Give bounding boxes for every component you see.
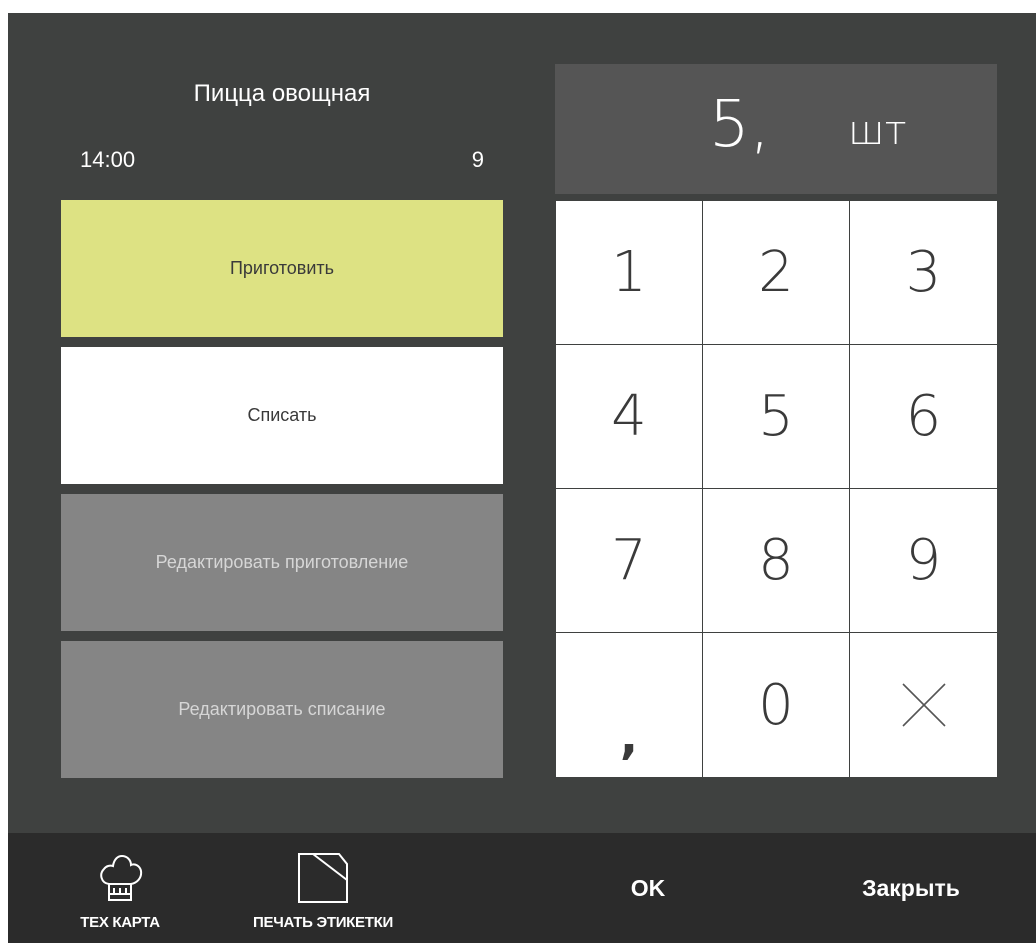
ok-button[interactable]: OK [606,833,690,943]
key-6[interactable]: 6 [850,345,997,488]
key-clear[interactable] [850,633,997,777]
numeric-keypad: 1 2 3 4 5 6 7 8 9 , 0 [556,201,997,778]
close-button[interactable]: Закрыть [832,833,990,943]
key-0[interactable]: 0 [703,633,849,777]
quantity-value: 5, [709,88,771,162]
edit-cook-button[interactable]: Редактировать приготовление [61,494,503,631]
tech-card-button[interactable]: ТЕХ КАРТА [56,833,184,943]
tech-card-label: ТЕХ КАРТА [80,914,160,931]
label-icon [298,853,348,903]
print-label-text: ПЕЧАТЬ ЭТИКЕТКИ [253,914,393,931]
key-4[interactable]: 4 [556,345,702,488]
key-1[interactable]: 1 [556,201,702,344]
close-icon [901,683,946,727]
quantity-unit: шт [848,108,907,154]
edit-writeoff-button[interactable]: Редактировать списание [61,641,503,778]
key-2[interactable]: 2 [703,201,849,344]
time-label: 14:00 [80,147,136,172]
print-label-button[interactable]: ПЕЧАТЬ ЭТИКЕТКИ [222,833,424,943]
key-3[interactable]: 3 [850,201,997,344]
cook-button[interactable]: Приготовить [61,200,503,337]
footer-bar: ТЕХ КАРТА ПЕЧАТЬ ЭТИКЕТКИ OK Закрыть [8,833,1036,943]
count-label: 9 [471,147,484,172]
writeoff-button[interactable]: Списать [61,347,503,484]
key-7[interactable]: 7 [556,489,702,632]
key-9[interactable]: 9 [850,489,997,632]
quantity-display: 5, шт [555,64,997,194]
key-5[interactable]: 5 [703,345,849,488]
key-8[interactable]: 8 [703,489,849,632]
key-comma[interactable]: , [556,633,702,777]
product-title: Пицца овощная [193,80,371,107]
chef-hat-icon [100,854,143,901]
